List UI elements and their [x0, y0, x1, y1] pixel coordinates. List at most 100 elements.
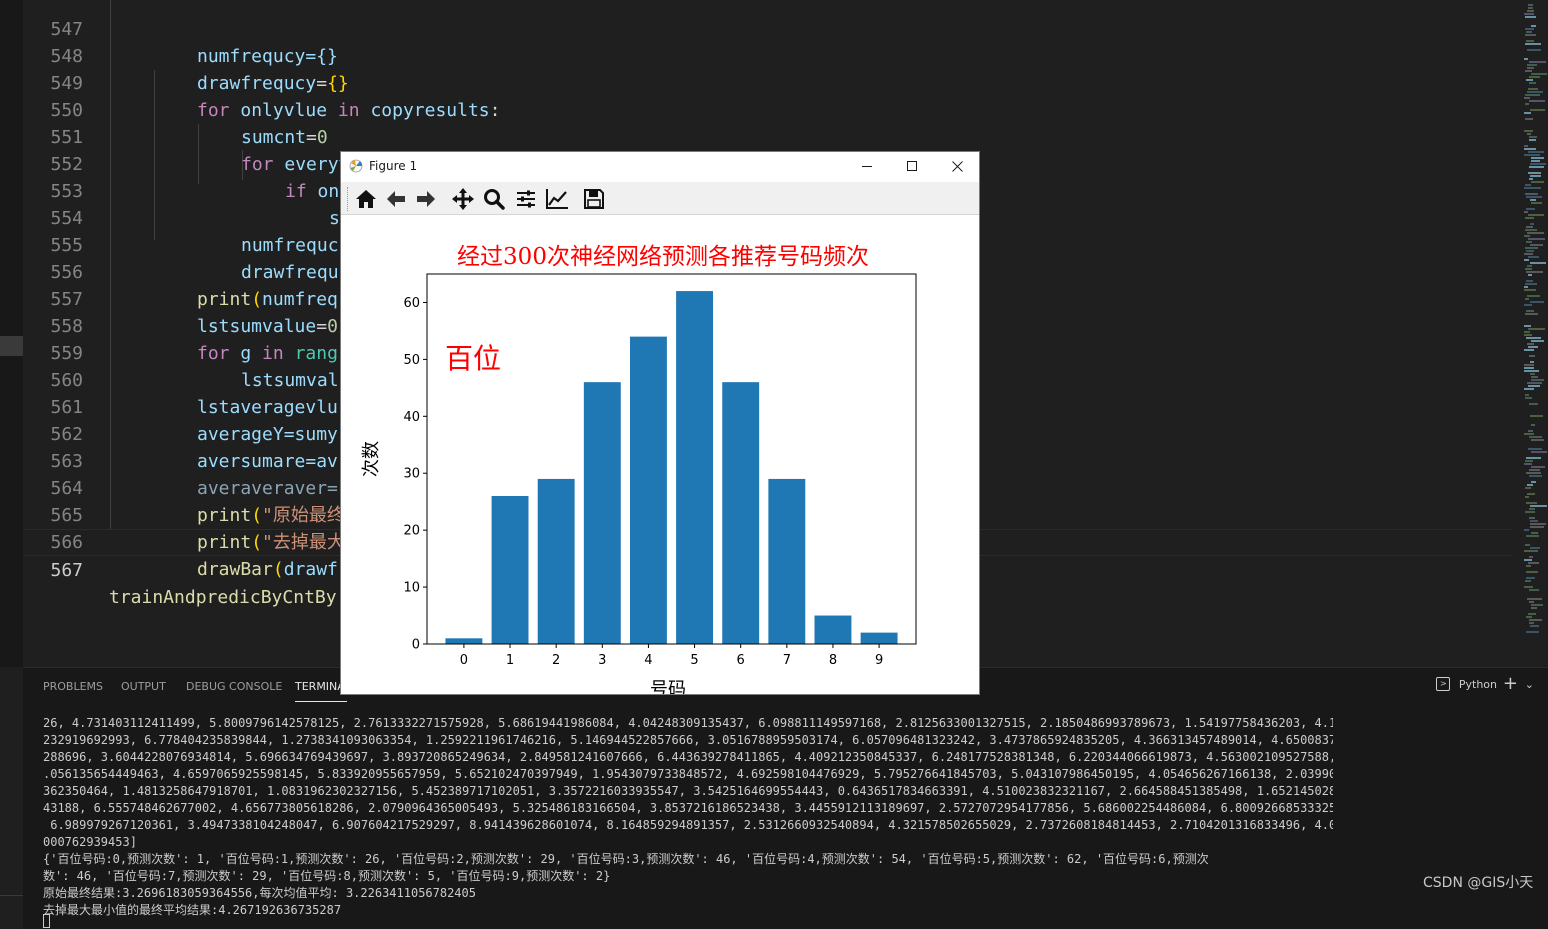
minimap-line	[1530, 625, 1539, 627]
save-button[interactable]	[581, 186, 607, 212]
minimap-line	[1530, 199, 1536, 201]
minimap-line	[1531, 607, 1537, 609]
bar-chart[interactable]: 经过300次神经网络预测各推荐号码频次 0 10 20 30 40 50 60 0 1 2 3 4 5…	[341, 216, 979, 695]
terminal-line: 000762939453]	[43, 835, 137, 849]
code-line[interactable]: 547 numfrequcy={}	[23, 0, 1513, 67]
chevron-down-icon[interactable]: ⌄	[1525, 678, 1534, 691]
back-button[interactable]	[383, 186, 409, 212]
bar	[583, 382, 621, 644]
x-tick-label: 5	[690, 653, 698, 668]
minimap-line	[1525, 487, 1531, 489]
minimap-line	[1527, 343, 1534, 345]
minimap-line	[1529, 82, 1536, 84]
zoom-button[interactable]	[481, 186, 507, 212]
minimap-line	[1529, 355, 1535, 357]
minimap-line	[1528, 88, 1538, 90]
minimap-line	[1526, 208, 1535, 210]
bar	[722, 382, 760, 644]
minimap-line	[1525, 394, 1529, 396]
minimap-line	[1530, 547, 1540, 549]
y-tick-label: 30	[403, 467, 420, 482]
figure-window[interactable]: Figure 1 经过300次神经网络预测各推荐号码频次 0 10 20 30 …	[340, 151, 980, 695]
minimap-line	[1526, 571, 1538, 573]
y-axis: 0 10 20 30 40 50 60	[403, 296, 427, 653]
minimap-line	[1528, 256, 1539, 258]
close-button[interactable]	[934, 152, 979, 181]
minimap-line	[1528, 562, 1539, 564]
pan-button[interactable]	[450, 186, 476, 212]
tab-debug-console[interactable]: DEBUG CONSOLE	[186, 680, 282, 693]
minimap-line	[1529, 469, 1540, 471]
minimap-line	[1527, 232, 1544, 234]
forward-arrow-icon	[417, 191, 435, 207]
minimap-line	[1531, 73, 1547, 75]
minimap-line	[1525, 580, 1531, 582]
minimap-line	[1524, 349, 1534, 351]
configure-subplots-button[interactable]	[513, 186, 539, 212]
minimap-line	[1529, 61, 1546, 63]
minimap-line	[1524, 370, 1539, 372]
x-axis: 0 1 2 3 4 5 6 7 8 9	[460, 644, 883, 668]
minimap-line	[1528, 4, 1533, 6]
minimap-line	[1527, 484, 1533, 486]
minimap[interactable]	[1520, 0, 1548, 640]
terminal-kind-label[interactable]: Python	[1459, 678, 1497, 691]
minimap-line	[1531, 466, 1545, 468]
minimap-line	[1525, 217, 1534, 219]
minimap-line	[1531, 181, 1544, 183]
terminal-output[interactable]: 26, 4.731403112411499, 5.800979614257812…	[43, 715, 1333, 919]
minimap-line	[1525, 28, 1534, 30]
code-line[interactable]: 551 for everyvl in everypridvalueFloor:	[23, 97, 1513, 175]
x-tick-label: 3	[598, 653, 606, 668]
minimap-line	[1527, 295, 1540, 297]
title-bar[interactable]: Figure 1	[341, 152, 979, 181]
minimap-line	[1526, 310, 1534, 312]
terminal-icon[interactable]: >	[1436, 677, 1450, 691]
x-tick-label: 0	[460, 653, 468, 668]
minimap-line	[1531, 202, 1542, 204]
y-axis-label: 次数	[361, 441, 382, 477]
terminal-line: 43188, 6.555748462677002, 4.656773805618…	[43, 801, 1333, 815]
minimap-line	[1524, 253, 1533, 255]
minimap-line	[1530, 109, 1545, 111]
minimap-line	[1524, 388, 1534, 390]
maximize-button[interactable]	[889, 152, 935, 181]
code-line[interactable]: 552 if onlyvlue==everyvl:	[23, 124, 1513, 202]
plot-area[interactable]: 经过300次神经网络预测各推荐号码频次 0 10 20 30 40 50 60 0 1 2 3 4 5…	[341, 216, 979, 695]
tab-problems[interactable]: PROBLEMS	[43, 680, 103, 693]
terminal-line: 原始最终结果:3.2696183059364556,每次均值平均: 3.2263…	[43, 886, 476, 900]
minimap-line	[1526, 271, 1543, 273]
tab-output[interactable]: OUTPUT	[121, 680, 166, 693]
edit-axis-button[interactable]	[544, 186, 570, 212]
minimize-button[interactable]	[844, 152, 890, 181]
add-terminal-icon[interactable]: +	[1503, 673, 1518, 694]
minimap-line	[1526, 79, 1533, 81]
minimap-line	[1528, 346, 1538, 348]
minimap-line	[1524, 550, 1538, 552]
minimap-line	[1529, 136, 1537, 138]
home-button[interactable]	[353, 186, 379, 212]
minimap-line	[1528, 328, 1545, 330]
code-line[interactable]: 550 sumcnt=0	[23, 70, 1513, 148]
minimap-line	[1524, 325, 1531, 327]
bar	[814, 615, 852, 644]
minimap-line	[1530, 361, 1534, 363]
minimap-line	[1527, 133, 1531, 135]
terminal-line: 6.989979267120361, 3.4947338104248047, 6…	[43, 818, 1333, 832]
minimap-line	[1524, 187, 1541, 189]
code-line[interactable]: 548 drawfrequcy={}	[23, 16, 1513, 94]
configure-subplots-icon	[517, 190, 535, 208]
x-tick-label: 8	[829, 653, 837, 668]
minimap-line	[1525, 313, 1538, 315]
bar	[676, 291, 714, 644]
tab-terminal[interactable]: TERMINA	[295, 680, 347, 702]
code-line[interactable]: 549 for onlyvlue in copyresults:	[23, 43, 1513, 121]
terminal-line: {'百位号码:0,预测次数': 1, '百位号码:1,预测次数': 26, '百…	[43, 852, 1209, 866]
forward-button[interactable]	[413, 186, 439, 212]
minimap-line	[1528, 430, 1533, 432]
minimap-line	[1527, 493, 1535, 495]
bar	[445, 638, 483, 644]
minimap-line	[1525, 397, 1532, 399]
minimap-line	[1524, 559, 1532, 561]
x-tick-label: 6	[737, 653, 745, 668]
